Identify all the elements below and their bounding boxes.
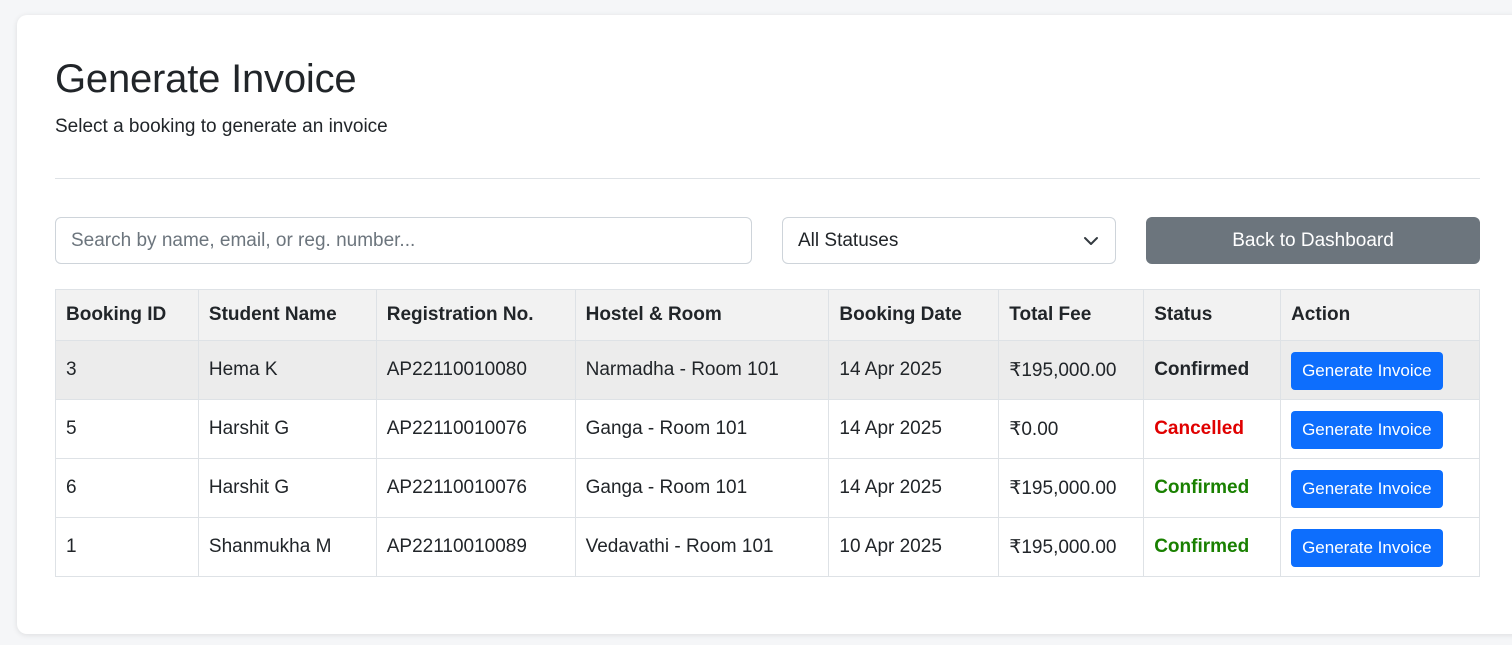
column-header: Status: [1143, 289, 1282, 341]
table-row[interactable]: 1 Shanmukha M AP22110010089 Vedavathi - …: [55, 517, 1480, 577]
action-cell: Generate Invoice: [1280, 517, 1480, 577]
column-header: Student Name: [197, 289, 377, 341]
student-name-cell: Harshit G: [197, 399, 377, 459]
action-cell: Generate Invoice: [1280, 458, 1480, 518]
reg-no-cell: AP22110010080: [375, 340, 576, 400]
status-cell: Cancelled: [1143, 399, 1282, 459]
bookings-table: Booking ID Student Name Registration No.…: [55, 289, 1480, 577]
hostel-room-cell: Narmadha - Room 101: [574, 340, 830, 400]
total-fee-cell: ₹0.00: [998, 399, 1145, 459]
booking-date-cell: 10 Apr 2025: [828, 517, 1000, 577]
reg-no-cell: AP22110010089: [375, 517, 576, 577]
generate-invoice-button[interactable]: Generate Invoice: [1291, 411, 1443, 449]
table-row[interactable]: 5 Harshit G AP22110010076 Ganga - Room 1…: [55, 399, 1480, 459]
status-cell: Confirmed: [1143, 458, 1282, 518]
hostel-room-cell: Ganga - Room 101: [574, 399, 830, 459]
reg-no-cell: AP22110010076: [375, 399, 576, 459]
action-cell: Generate Invoice: [1280, 399, 1480, 459]
booking-id-cell: 3: [55, 340, 199, 400]
back-to-dashboard-button[interactable]: Back to Dashboard: [1146, 217, 1480, 264]
reg-no-cell: AP22110010076: [375, 458, 576, 518]
column-header: Hostel & Room: [574, 289, 830, 341]
generate-invoice-button[interactable]: Generate Invoice: [1291, 470, 1443, 508]
total-fee-cell: ₹195,000.00: [998, 340, 1145, 400]
page-title: Generate Invoice: [55, 57, 357, 101]
booking-date-cell: 14 Apr 2025: [828, 458, 1000, 518]
hostel-room-cell: Ganga - Room 101: [574, 458, 830, 518]
student-name-cell: Harshit G: [197, 458, 377, 518]
table-row[interactable]: 3 Hema K AP22110010080 Narmadha - Room 1…: [55, 340, 1480, 400]
search-input[interactable]: [55, 217, 752, 264]
column-header: Total Fee: [998, 289, 1145, 341]
column-header: Registration No.: [375, 289, 576, 341]
booking-id-cell: 6: [55, 458, 199, 518]
total-fee-cell: ₹195,000.00: [998, 458, 1145, 518]
booking-date-cell: 14 Apr 2025: [828, 340, 1000, 400]
status-filter-select[interactable]: All Statuses: [782, 217, 1116, 264]
divider: [55, 178, 1480, 179]
total-fee-cell: ₹195,000.00: [998, 517, 1145, 577]
status-cell: Confirmed: [1143, 340, 1282, 400]
student-name-cell: Hema K: [197, 340, 377, 400]
action-cell: Generate Invoice: [1280, 340, 1480, 400]
column-header: Booking Date: [828, 289, 1000, 341]
hostel-room-cell: Vedavathi - Room 101: [574, 517, 830, 577]
booking-id-cell: 1: [55, 517, 199, 577]
booking-id-cell: 5: [55, 399, 199, 459]
column-header: Booking ID: [55, 289, 199, 341]
column-header: Action: [1280, 289, 1480, 341]
generate-invoice-button[interactable]: Generate Invoice: [1291, 529, 1443, 567]
table-header-row: Booking ID Student Name Registration No.…: [55, 289, 1480, 341]
generate-invoice-button[interactable]: Generate Invoice: [1291, 352, 1443, 390]
status-filter-value: All Statuses: [798, 229, 899, 251]
invoice-card: Generate Invoice Select a booking to gen…: [17, 15, 1512, 634]
table-row[interactable]: 6 Harshit G AP22110010076 Ganga - Room 1…: [55, 458, 1480, 518]
chevron-down-icon: [1084, 237, 1098, 245]
student-name-cell: Shanmukha M: [197, 517, 377, 577]
page-subtitle: Select a booking to generate an invoice: [55, 116, 388, 137]
booking-date-cell: 14 Apr 2025: [828, 399, 1000, 459]
status-cell: Confirmed: [1143, 517, 1282, 577]
